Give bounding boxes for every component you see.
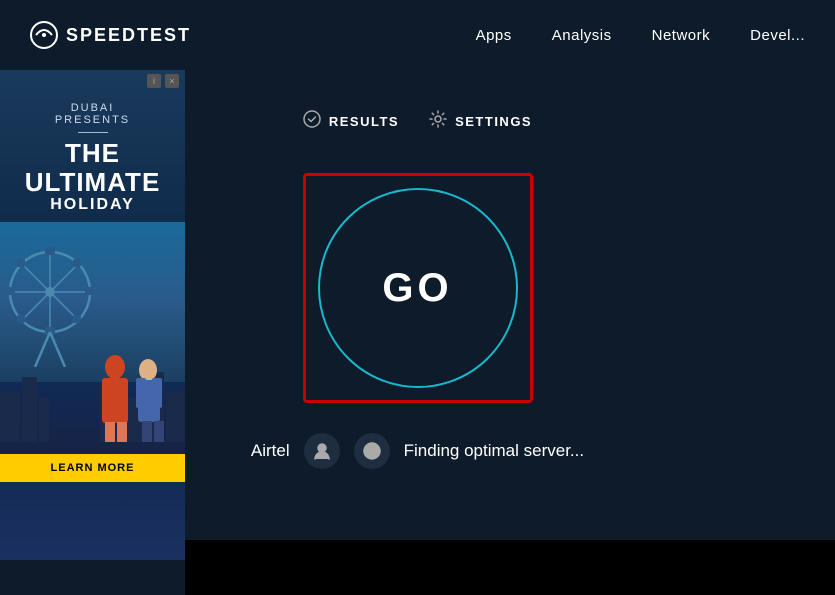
nav-item-network[interactable]: Network [652,27,711,44]
nav-item-apps[interactable]: Apps [476,27,512,44]
go-button-label: GO [382,266,452,311]
bottom-info: Airtel Finding optimal server... [251,433,584,469]
speedtest-logo-icon [30,21,58,49]
isp-name: Airtel [251,441,290,461]
tab-results-label: RESULTS [329,114,399,129]
nav-item-developers[interactable]: Devel... [750,27,805,44]
tab-settings[interactable]: SETTINGS [429,110,532,133]
tabs-row: RESULTS SETTINGS [303,110,532,133]
main-content: RESULTS SETTINGS GO Airtel [0,70,835,595]
check-circle-icon [303,110,321,133]
globe-icon [363,442,381,460]
globe-icon-button[interactable] [354,433,390,469]
tab-settings-label: SETTINGS [455,114,532,129]
tab-results[interactable]: RESULTS [303,110,399,133]
nav-item-analysis[interactable]: Analysis [552,27,612,44]
user-icon-button[interactable] [304,433,340,469]
finding-server-text: Finding optimal server... [404,439,584,463]
go-button[interactable]: GO [318,188,518,388]
logo: SPEEDTEST [30,21,191,49]
user-icon [313,442,331,460]
main-nav: Apps Analysis Network Devel... [476,27,805,44]
header: SPEEDTEST Apps Analysis Network Devel... [0,0,835,70]
go-button-wrapper: GO [303,173,533,403]
bottom-bar [185,540,835,595]
logo-text: SPEEDTEST [66,25,191,46]
gear-icon [429,110,447,133]
